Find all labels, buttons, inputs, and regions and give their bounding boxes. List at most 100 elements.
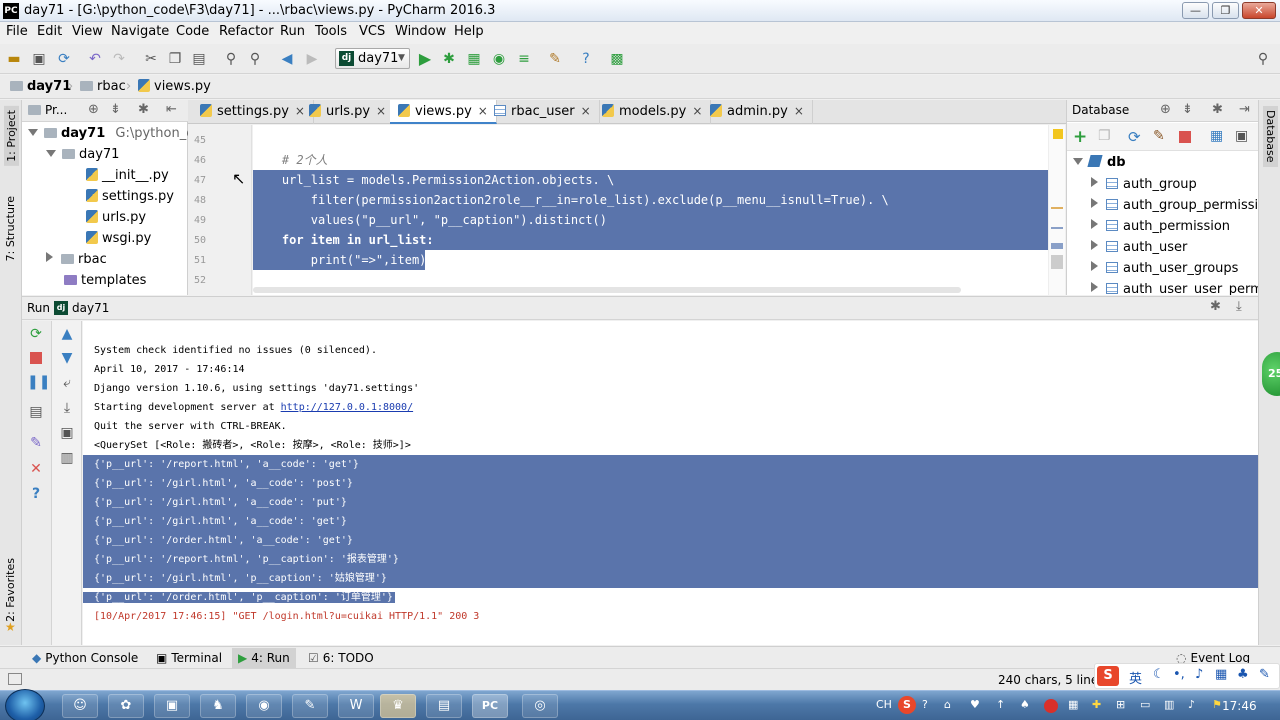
db-table-item[interactable]: auth_group_permissio <box>1091 198 1266 213</box>
pycharm-taskbar-icon[interactable]: PC <box>472 694 508 718</box>
breadcrumb-file[interactable]: views.py <box>138 79 211 94</box>
menu-tools[interactable]: Tools <box>315 24 347 39</box>
soft-wrap-icon[interactable]: ⤶ <box>58 374 76 392</box>
tree-item-rbac[interactable]: rbac <box>46 252 107 267</box>
rerun-icon[interactable]: ⟳ <box>27 325 45 343</box>
help-icon[interactable]: ? <box>577 50 595 68</box>
notepad-icon[interactable]: ✎ <box>292 694 328 718</box>
tray-icon[interactable]: ▦ <box>1068 698 1078 711</box>
paste-icon[interactable]: ▤ <box>190 50 208 68</box>
help-tray-icon[interactable]: ? <box>922 698 928 711</box>
menu-navigate[interactable]: Navigate <box>111 24 169 39</box>
tree-root[interactable]: day71 G:\python_cod <box>28 126 210 141</box>
tab-close-icon[interactable]: × <box>581 104 591 118</box>
tree-item-templates[interactable]: templates <box>64 273 146 288</box>
pin-icon[interactable]: ✎ <box>27 434 45 452</box>
gear-icon[interactable]: ✱ <box>1212 102 1223 117</box>
stop-icon[interactable] <box>1179 131 1191 143</box>
replace-icon[interactable]: ⚲ <box>246 50 264 68</box>
code-editor[interactable]: # 2个人 url_list = models.Permission2Actio… <box>253 125 1065 295</box>
concurrency-icon[interactable]: ≡ <box>515 50 533 68</box>
db-table-item[interactable]: auth_user_user_permis <box>1091 282 1273 295</box>
locate-icon[interactable]: ⊕ <box>1160 102 1171 117</box>
tab-close-icon[interactable]: × <box>692 104 702 118</box>
tray-icon[interactable]: ⊞ <box>1116 698 1125 711</box>
volume-icon[interactable]: ♪ <box>1188 698 1195 711</box>
word-icon[interactable]: W <box>338 694 374 718</box>
find-icon[interactable]: ⚲ <box>222 50 240 68</box>
trash-icon[interactable]: ▥ <box>58 449 76 467</box>
collapse-icon[interactable]: ⇟ <box>110 102 121 117</box>
menu-edit[interactable]: Edit <box>37 24 62 39</box>
sync-icon[interactable]: ⟳ <box>55 50 73 68</box>
tray-icon[interactable]: ♠ <box>1020 698 1030 711</box>
cut-icon[interactable]: ✂ <box>142 50 160 68</box>
warning-marker-icon[interactable] <box>1053 129 1063 139</box>
properties-icon[interactable]: ✎ <box>1153 128 1165 144</box>
locate-icon[interactable]: ⊕ <box>88 102 99 117</box>
tab-urls[interactable]: urls.py × <box>301 100 396 124</box>
copy-icon[interactable]: ❐ <box>1098 128 1111 144</box>
tab-models[interactable]: models.py × <box>594 100 712 124</box>
project-view-selector[interactable]: Pr... <box>28 103 67 117</box>
input-method-indicator[interactable]: CH <box>876 698 892 711</box>
db-table-item[interactable]: auth_user_groups <box>1091 261 1238 276</box>
hide-icon[interactable]: ⤓ <box>1236 299 1242 314</box>
taskbar-app-icon[interactable]: ♞ <box>200 694 236 718</box>
up-arrow-icon[interactable]: ▲ <box>58 325 76 343</box>
taskbar-app-icon[interactable]: ▣ <box>154 694 190 718</box>
taskbar-app-icon[interactable]: ♛ <box>380 694 416 718</box>
ime-language[interactable]: 英 <box>1129 668 1142 687</box>
terminal-tab[interactable]: ▣ Terminal <box>156 651 222 665</box>
menu-code[interactable]: Code <box>176 24 209 39</box>
menu-file[interactable]: File <box>6 24 28 39</box>
menu-run[interactable]: Run <box>280 24 305 39</box>
menu-refactor[interactable]: Refactor <box>219 24 274 39</box>
structure-tool-tab[interactable]: 7: Structure <box>4 196 17 261</box>
tree-item-init[interactable]: __init__.py <box>86 168 169 183</box>
maximize-button[interactable]: ❐ <box>1212 2 1239 19</box>
save-icon[interactable]: ▣ <box>30 50 48 68</box>
tree-item-wsgi[interactable]: wsgi.py <box>86 231 151 246</box>
chrome-icon[interactable]: ◉ <box>246 694 282 718</box>
moon-icon[interactable]: ☾ <box>1153 667 1165 682</box>
stop-icon[interactable] <box>30 352 42 364</box>
taskbar-app-icon[interactable]: ✿ <box>108 694 144 718</box>
server-url-link[interactable]: http://127.0.0.1:8000/ <box>281 402 413 413</box>
forward-icon[interactable]: ▶ <box>303 50 321 68</box>
close-button[interactable]: ✕ <box>1242 2 1276 19</box>
menu-window[interactable]: Window <box>395 24 446 39</box>
db-table-item[interactable]: auth_permission <box>1091 219 1230 234</box>
wrench-icon[interactable]: ✎ <box>1259 667 1270 682</box>
coverage-icon[interactable]: ▦ <box>465 50 483 68</box>
tab-close-icon[interactable]: × <box>794 104 804 118</box>
mic-icon[interactable]: ♪ <box>1195 667 1203 682</box>
todo-tab[interactable]: ☑ 6: TODO <box>308 651 374 665</box>
run-config-name[interactable]: day71 <box>72 301 109 315</box>
sogou-tray-icon[interactable]: S <box>898 696 916 714</box>
keyboard-icon[interactable]: ▦ <box>1215 667 1227 682</box>
start-button[interactable] <box>5 689 45 720</box>
redo-icon[interactable]: ↷ <box>110 50 128 68</box>
tray-icon[interactable]: ✚ <box>1092 698 1101 711</box>
tray-icon[interactable]: ⌂ <box>944 698 951 711</box>
hide-icon[interactable]: ⇥ <box>1239 102 1250 117</box>
refresh-icon[interactable]: ⟳ <box>1128 128 1141 146</box>
stripe-marker[interactable] <box>1051 243 1063 249</box>
taskbar-app-icon[interactable]: ☺ <box>62 694 98 718</box>
db-node[interactable]: db <box>1073 155 1126 170</box>
close-run-icon[interactable]: ✕ <box>27 460 45 478</box>
minimize-button[interactable]: — <box>1182 2 1209 19</box>
console-icon[interactable]: ▣ <box>1235 128 1248 144</box>
tree-item-urls[interactable]: urls.py <box>86 210 146 225</box>
taskbar-app-icon[interactable]: ◎ <box>522 694 558 718</box>
tray-icon[interactable] <box>1044 699 1058 713</box>
hide-icon[interactable]: ⇤ <box>166 102 177 117</box>
scroll-thumb[interactable] <box>1051 255 1063 269</box>
tab-rbac-user[interactable]: rbac_user × <box>486 100 600 124</box>
project-tool-tab[interactable]: 1: Project <box>4 106 19 166</box>
tray-icon[interactable]: ▭ <box>1140 698 1150 711</box>
floating-badge[interactable]: 25 <box>1262 352 1280 396</box>
tray-icon[interactable]: ↑ <box>996 698 1005 711</box>
collapse-icon[interactable]: ⇟ <box>1182 102 1193 117</box>
